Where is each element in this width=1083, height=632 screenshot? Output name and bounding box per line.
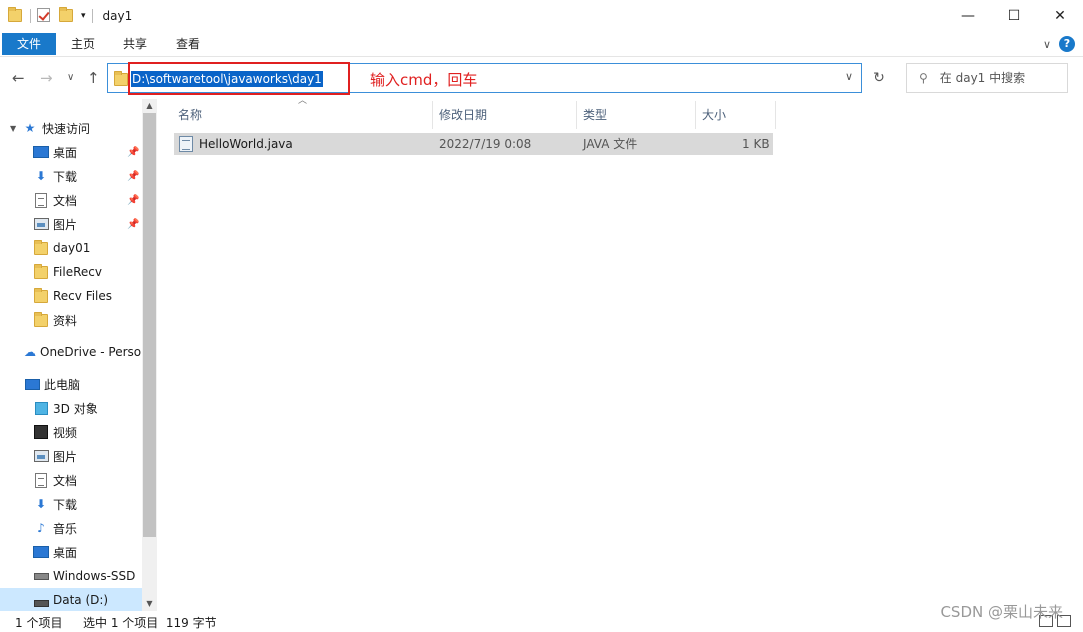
close-button[interactable]: ✕ — [1037, 0, 1083, 31]
download-icon: ⬇ — [35, 497, 47, 511]
cube-icon — [33, 400, 49, 416]
annotation-text: 输入cmd，回车 — [370, 71, 478, 89]
sidebar-item-pc-documents[interactable]: 文档 — [0, 468, 142, 492]
window-title: day1 — [102, 8, 133, 23]
address-dropdown-icon[interactable]: ∨ — [845, 70, 853, 83]
desktop-icon — [33, 144, 49, 160]
scroll-down-icon[interactable]: ▼ — [142, 597, 157, 611]
cloud-icon: ☁ — [24, 345, 36, 359]
sidebar-item-data-drive[interactable]: Data (D:) — [0, 588, 142, 611]
folder-icon[interactable] — [8, 6, 24, 24]
column-header-date[interactable]: 修改日期 — [433, 101, 577, 129]
folder-icon — [33, 264, 49, 280]
table-row[interactable]: HelloWorld.java 2022/7/19 0:08 JAVA 文件 1… — [174, 133, 773, 155]
video-icon — [33, 424, 49, 440]
folder-icon — [33, 288, 49, 304]
java-file-icon — [179, 136, 193, 152]
pin-icon[interactable]: 📌 — [127, 219, 139, 230]
recent-locations-button[interactable]: ∨ — [67, 72, 74, 83]
document-icon — [33, 472, 49, 488]
download-icon: ⬇ — [35, 169, 47, 183]
sidebar-item-this-pc[interactable]: 此电脑 — [0, 372, 142, 396]
picture-icon — [33, 448, 49, 464]
search-box[interactable]: ⚲ — [906, 63, 1068, 93]
sidebar-item-desktop[interactable]: 桌面 📌 — [0, 140, 142, 164]
sidebar-item-pc-desktop[interactable]: 桌面 — [0, 540, 142, 564]
toolbar-divider — [30, 8, 31, 23]
sidebar-item-filerecv[interactable]: FileRecv — [0, 260, 142, 284]
star-icon: ★ — [24, 121, 36, 135]
sidebar-item-documents[interactable]: 文档 📌 — [0, 188, 142, 212]
music-icon: ♪ — [37, 521, 45, 535]
status-bar: 1 个项目 选中 1 个项目 119 字节 — [0, 611, 1083, 632]
column-header-name[interactable]: 名称 — [172, 101, 433, 129]
item-count: 1 个项目 — [15, 616, 63, 630]
drive-icon — [33, 592, 49, 608]
help-icon[interactable]: ? — [1059, 36, 1075, 52]
sidebar-item-pc-pictures[interactable]: 图片 — [0, 444, 142, 468]
file-date: 2022/7/19 0:08 — [439, 137, 532, 151]
refresh-button[interactable]: ↻ — [866, 63, 892, 93]
expand-ribbon-icon[interactable]: ∨ — [1043, 38, 1051, 51]
title-bar: ▾ day1 — ☐ ✕ — [0, 0, 1083, 31]
scrollbar-thumb[interactable] — [143, 113, 156, 537]
desktop-icon — [33, 544, 49, 560]
sidebar-scrollbar[interactable]: ▲ ▼ — [142, 99, 157, 611]
scroll-up-icon[interactable]: ▲ — [142, 99, 157, 113]
picture-icon — [33, 216, 49, 232]
maximize-button[interactable]: ☐ — [991, 0, 1037, 31]
tab-home[interactable]: 主页 — [62, 33, 104, 55]
selection-info: 选中 1 个项目 119 字节 — [83, 616, 217, 630]
sidebar-item-materials[interactable]: 资料 — [0, 308, 142, 332]
ribbon-tabs: 文件 主页 共享 查看 ∨ ? — [0, 31, 1083, 57]
tab-file[interactable]: 文件 — [2, 33, 56, 55]
document-icon — [33, 192, 49, 208]
navigation-pane[interactable]: ▼ ★ 快速访问 桌面 📌 ⬇ 下载 📌 文档 📌 图片 📌 day01 Fil… — [0, 99, 142, 611]
annotation-highlight-box — [128, 62, 350, 95]
pin-icon[interactable]: 📌 — [127, 195, 139, 206]
sidebar-item-videos[interactable]: 视频 — [0, 420, 142, 444]
folder-icon — [33, 240, 49, 256]
toolbar-divider — [91, 8, 93, 23]
sidebar-item-day01[interactable]: day01 — [0, 236, 142, 260]
sidebar-item-recv-files[interactable]: Recv Files — [0, 284, 142, 308]
file-name: HelloWorld.java — [199, 137, 293, 151]
sidebar-item-pc-downloads[interactable]: ⬇ 下载 — [0, 492, 142, 516]
sidebar-item-onedrive[interactable]: ☁ OneDrive - Personal — [0, 340, 142, 364]
expand-arrow-icon[interactable]: ▼ — [10, 124, 16, 133]
sidebar-item-pictures[interactable]: 图片 📌 — [0, 212, 142, 236]
pin-icon[interactable]: 📌 — [127, 147, 139, 158]
file-size: 1 KB — [742, 137, 770, 151]
new-folder-icon[interactable] — [59, 6, 75, 24]
quick-access-toolbar: ▾ — [0, 0, 99, 31]
sidebar-item-3d-objects[interactable]: 3D 对象 — [0, 396, 142, 420]
column-header-type[interactable]: 类型 — [577, 101, 696, 129]
sidebar-item-music[interactable]: ♪ 音乐 — [0, 516, 142, 540]
tab-share[interactable]: 共享 — [114, 33, 156, 55]
properties-check-icon[interactable] — [37, 7, 53, 24]
file-list[interactable]: ︿ 名称 修改日期 类型 大小 HelloWorld.java 2022/7/1… — [157, 96, 1083, 611]
file-type: JAVA 文件 — [583, 137, 638, 151]
sidebar-item-downloads[interactable]: ⬇ 下载 📌 — [0, 164, 142, 188]
minimize-button[interactable]: — — [945, 0, 991, 31]
up-button[interactable]: ↑ — [87, 69, 100, 87]
sidebar-item-windows-ssd[interactable]: Windows-SSD — [0, 564, 142, 588]
forward-button[interactable]: → — [40, 69, 53, 87]
folder-icon — [33, 312, 49, 328]
tab-view[interactable]: 查看 — [167, 33, 209, 55]
watermark: CSDN @栗山未来 — [940, 603, 1063, 621]
folder-icon — [114, 71, 128, 86]
customize-toolbar-arrow[interactable]: ▾ — [81, 11, 86, 21]
back-button[interactable]: ← — [12, 69, 25, 87]
computer-icon — [24, 376, 40, 392]
sidebar-item-quick-access[interactable]: ▼ ★ 快速访问 — [0, 116, 142, 140]
search-icon: ⚲ — [919, 71, 928, 85]
pin-icon[interactable]: 📌 — [127, 171, 139, 182]
drive-icon — [33, 568, 49, 584]
search-input[interactable] — [939, 71, 1060, 85]
column-header-size[interactable]: 大小 — [696, 101, 776, 129]
